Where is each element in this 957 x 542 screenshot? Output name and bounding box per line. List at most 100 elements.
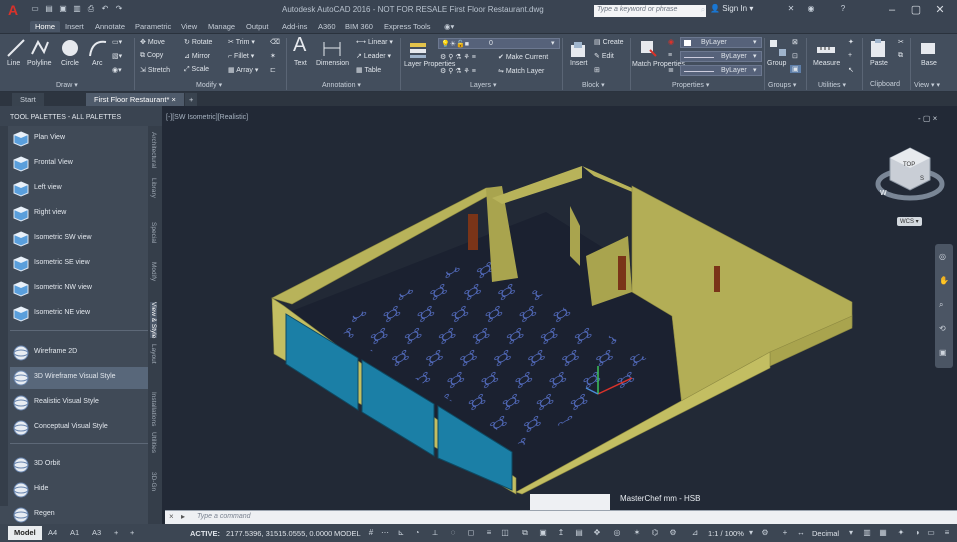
palette-item-3d-wireframe[interactable]: 3D Wireframe Visual Style [10,367,148,389]
workspace-icon[interactable]: ⚙ [668,528,678,538]
object-snap-icon[interactable]: ◻ [466,528,476,538]
palette-item-iso-ne[interactable]: Isometric NE view [10,303,148,325]
command-line[interactable]: × ▸ Type a command [165,510,957,524]
measure-icon[interactable] [816,40,836,60]
leader-button[interactable]: ↗ Leader ▾ [356,52,391,60]
palette-item-iso-nw[interactable]: Isometric NW view [10,278,148,300]
circle-button[interactable]: Circle [61,60,79,67]
isolate-objects-icon[interactable]: ✦ [896,528,906,538]
save-icon[interactable]: ▣ [58,4,68,14]
array-button[interactable]: ▦ Array ▾ [228,66,258,74]
create-block-button[interactable]: ▤ Create [594,38,624,46]
palette-tab-2[interactable]: Special [150,222,157,243]
groups-panel-label[interactable]: Groups ▾ [768,81,796,89]
viewport-label[interactable]: [-][SW Isometric][Realistic] [166,114,248,121]
navigation-bar[interactable]: ◎ ✋ ⌕ ⟲ ▣ [935,244,953,368]
sign-in-button[interactable]: 👤 Sign In ▾ [710,4,753,13]
tab-home[interactable]: Home [30,21,61,32]
lock-ui-icon[interactable]: ▦ [878,528,888,538]
group-button[interactable]: Group [767,60,786,67]
dynamic-ucs-icon[interactable]: ↥ [556,528,566,538]
palette-item-left-view[interactable]: Left view [10,178,148,200]
lineweight-icon[interactable]: ≣ [668,66,674,74]
coordinates[interactable]: 2177.5396, 31515.0555, 0.0000 [226,529,332,538]
save-as-icon[interactable]: ▥ [72,4,82,14]
palette-item-right-view[interactable]: Right view [10,203,148,225]
palette-tab-0[interactable]: Architectural [150,132,157,168]
transparency-icon[interactable]: ◫ [500,528,510,538]
erase-icon[interactable]: ⌫ [270,38,280,46]
minimize-button[interactable]: – [881,2,903,18]
chevron-down-icon[interactable]: ▾ [846,528,856,538]
group-select-icon[interactable]: ▣ [790,65,801,73]
isodraft-icon[interactable]: ⟂ [430,528,440,538]
palette-item-hide[interactable]: Hide [10,479,148,501]
edit-block-button[interactable]: ✎ Edit [594,52,614,60]
palette-item-iso-sw[interactable]: Isometric SW view [10,228,148,250]
ortho-icon[interactable]: ⊾ [396,528,406,538]
print-icon[interactable]: ⎙ [86,4,96,14]
tab-view[interactable]: View [181,22,197,31]
3d-osnap-icon[interactable]: ▣ [538,528,548,538]
polar-icon[interactable]: ◔ [412,528,422,538]
circle-icon[interactable] [60,38,80,58]
open-file-icon[interactable]: ▤ [44,4,54,14]
palette-item-conceptual[interactable]: Conceptual Visual Style [10,417,148,439]
linetype-dropdown[interactable]: ByLayer ▾ [680,51,762,62]
layers-panel-label[interactable]: Layers ▾ [470,81,496,89]
linear-button[interactable]: ⟷ Linear ▾ [356,38,393,46]
properties-panel-label[interactable]: Properties ▾ [672,81,709,89]
model-space-toggle[interactable]: MODEL [334,529,361,538]
layout-tab-a4[interactable]: A4 [42,526,63,540]
view-panel-label[interactable]: View ▾ ▾ [914,81,940,89]
doc-tab-drawing[interactable]: First Floor Restaurant* × [86,93,184,106]
new-tab-button[interactable]: + [185,93,198,106]
lineweight-dropdown[interactable]: ByLayer ▾ [680,65,762,76]
steering-wheel-icon[interactable]: ◎ [939,252,946,261]
grid-icon[interactable]: # [366,528,376,538]
layer-more-icons[interactable]: ⚙ ⚲ ⚗ ⚘ ≡ [440,67,476,75]
palette-tab-4[interactable]: View & Style [150,302,157,339]
workspace-switch-icon[interactable]: ⚙ [760,528,770,538]
viewcube-top-label[interactable]: TOP [903,162,915,168]
ribbon-options-icon[interactable]: ◉▾ [444,22,454,31]
rectangle-icon[interactable]: ▭▾ [112,38,122,46]
group-edit-icon[interactable]: ⊡ [792,52,798,60]
annotation-scale[interactable]: 1:1 / 100% [708,529,744,538]
palette-item-realistic[interactable]: Realistic Visual Style [10,392,148,414]
polyline-icon[interactable] [30,38,50,58]
text-button[interactable]: Text [294,60,307,67]
line-button[interactable]: Line [7,60,20,67]
doc-tab-start[interactable]: Start [12,93,44,106]
close-icon[interactable]: × [169,512,174,521]
clipboard-panel-label[interactable]: Clipboard [870,81,900,88]
make-current-button[interactable]: ✔ Make Current [498,53,548,61]
match-properties-icon[interactable] [638,38,658,58]
tab-add-ins[interactable]: Add-ins [282,22,307,31]
color-icon[interactable]: ◉ [668,38,674,46]
selection-filter-icon[interactable]: ▤ [574,528,584,538]
palette-item-iso-se[interactable]: Isometric SE view [10,253,148,275]
units[interactable]: Decimal [812,529,839,538]
new-layout-button[interactable]: + [124,526,140,540]
drawing-viewport[interactable] [162,106,957,510]
autocad-logo-icon[interactable]: A [2,2,24,19]
layout-tab-a1[interactable]: A1 [64,526,85,540]
tab-parametric[interactable]: Parametric [135,22,171,31]
paste-icon[interactable] [868,38,888,58]
polyline-button[interactable]: Polyline [27,60,52,67]
palette-item-wireframe-2d[interactable]: Wireframe 2D [10,342,148,364]
palette-item-regen[interactable]: Regen [10,504,148,526]
move-button[interactable]: ✥ Move [140,38,165,46]
linetype-icon[interactable]: ≡ [668,52,672,59]
annotation-panel-label[interactable]: Annotation ▾ [322,81,361,89]
tab-a360[interactable]: A360 [318,22,336,31]
tool-palette-title[interactable]: TOOL PALETTES - ALL PALETTES [0,106,162,126]
copy-button[interactable]: ⧉ Copy [140,52,163,60]
palette-item-plan-view[interactable]: Plan View [10,128,148,150]
orbit-icon[interactable]: ⟲ [939,324,946,333]
dimension-icon[interactable] [322,38,342,58]
palette-item-3d-orbit[interactable]: 3D Orbit [10,454,148,476]
tab-output[interactable]: Output [246,22,269,31]
block-attribute-icon[interactable]: ⊞ [594,66,600,74]
